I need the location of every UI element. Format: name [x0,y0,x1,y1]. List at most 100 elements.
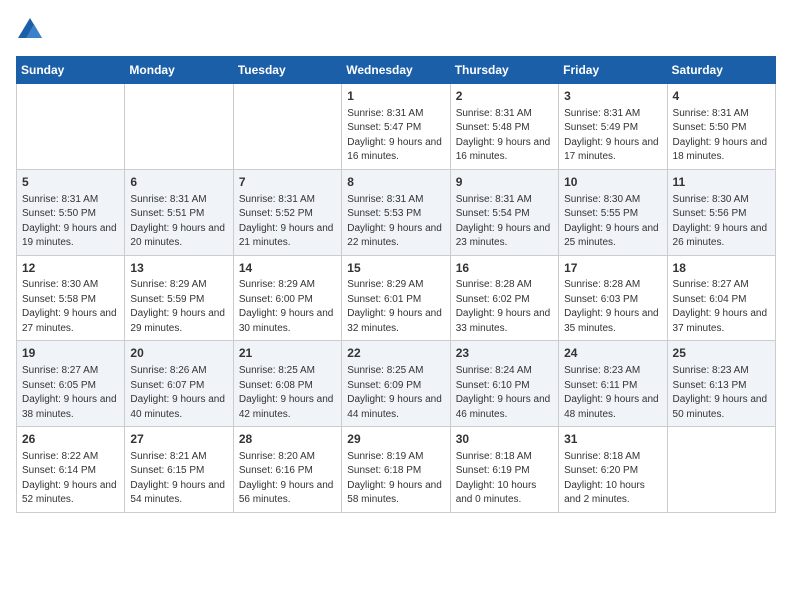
calendar-cell: 21Sunrise: 8:25 AMSunset: 6:08 PMDayligh… [233,341,341,427]
cell-content: Sunrise: 8:31 AMSunset: 5:49 PMDaylight:… [564,107,661,165]
cell-content: Sunrise: 8:25 AMSunset: 6:09 PMDaylight:… [347,364,444,422]
calendar-cell: 12Sunrise: 8:30 AMSunset: 5:58 PMDayligh… [17,255,125,341]
calendar-cell: 13Sunrise: 8:29 AMSunset: 5:59 PMDayligh… [125,255,233,341]
day-number: 11 [673,174,770,191]
cell-content: Sunrise: 8:18 AMSunset: 6:19 PMDaylight:… [456,450,553,508]
cell-content: Sunrise: 8:22 AMSunset: 6:14 PMDaylight:… [22,450,119,508]
calendar-cell: 7 Sunrise: 8:31 AMSunset: 5:52 PMDaylight… [233,169,341,255]
calendar-cell: 25 Sunrise: 8:23 AMSunset: 6:13 PMDayligh… [667,341,775,427]
cell-content: Sunrise: 8:31 AMSunset: 5:51 PMDaylight:… [130,193,227,251]
calendar-cell: 22 Sunrise: 8:25 AMSunset: 6:09 PMDayligh… [342,341,450,427]
calendar-cell: 5 Sunrise: 8:31 AMSunset: 5:50 PMDaylight… [17,169,125,255]
cell-content: Sunrise: 8:31 AMSunset: 5:47 PMDaylight:… [347,107,444,165]
calendar-cell: 24 Sunrise: 8:23 AMSunset: 6:11 PMDayligh… [559,341,667,427]
calendar-cell: 18Sunrise: 8:27 AMSunset: 6:04 PMDayligh… [667,255,775,341]
calendar-cell: 17Sunrise: 8:28 AMSunset: 6:03 PMDayligh… [559,255,667,341]
day-number: 24 [564,345,661,362]
day-number: 6 [130,174,227,191]
calendar-cell: 4 Sunrise: 8:31 AMSunset: 5:50 PMDaylight… [667,84,775,170]
calendar-cell: 9 Sunrise: 8:31 AMSunset: 5:54 PMDaylight… [450,169,558,255]
cell-content: Sunrise: 8:29 AMSunset: 6:00 PMDaylight:… [239,278,336,336]
day-number: 22 [347,345,444,362]
calendar-cell [17,84,125,170]
calendar-cell: 3 Sunrise: 8:31 AMSunset: 5:49 PMDaylight… [559,84,667,170]
day-number: 19 [22,345,119,362]
day-number: 31 [564,431,661,448]
logo [16,16,48,44]
day-number: 20 [130,345,227,362]
calendar-cell [667,427,775,513]
cell-content: Sunrise: 8:31 AMSunset: 5:52 PMDaylight:… [239,193,336,251]
day-number: 9 [456,174,553,191]
calendar-cell: 28 Sunrise: 8:20 AMSunset: 6:16 PMDayligh… [233,427,341,513]
day-number: 12 [22,260,119,277]
calendar-cell: 20 Sunrise: 8:26 AMSunset: 6:07 PMDayligh… [125,341,233,427]
calendar-week-row: 5 Sunrise: 8:31 AMSunset: 5:50 PMDaylight… [17,169,776,255]
cell-content: Sunrise: 8:31 AMSunset: 5:54 PMDaylight:… [456,193,553,251]
calendar-cell: 2Sunrise: 8:31 AMSunset: 5:48 PMDaylight… [450,84,558,170]
calendar-week-row: 19 Sunrise: 8:27 AMSunset: 6:05 PMDayligh… [17,341,776,427]
calendar-cell: 23Sunrise: 8:24 AMSunset: 6:10 PMDayligh… [450,341,558,427]
logo-icon [16,16,44,44]
calendar-cell: 14Sunrise: 8:29 AMSunset: 6:00 PMDayligh… [233,255,341,341]
calendar-cell: 8 Sunrise: 8:31 AMSunset: 5:53 PMDaylight… [342,169,450,255]
cell-content: Sunrise: 8:23 AMSunset: 6:13 PMDaylight:… [673,364,770,422]
day-number: 4 [673,88,770,105]
cell-content: Sunrise: 8:26 AMSunset: 6:07 PMDaylight:… [130,364,227,422]
calendar-week-row: 12Sunrise: 8:30 AMSunset: 5:58 PMDayligh… [17,255,776,341]
cell-content: Sunrise: 8:29 AMSunset: 5:59 PMDaylight:… [130,278,227,336]
cell-content: Sunrise: 8:20 AMSunset: 6:16 PMDaylight:… [239,450,336,508]
day-number: 28 [239,431,336,448]
day-header: Tuesday [233,57,341,84]
calendar-cell: 10Sunrise: 8:30 AMSunset: 5:55 PMDayligh… [559,169,667,255]
cell-content: Sunrise: 8:30 AMSunset: 5:56 PMDaylight:… [673,193,770,251]
cell-content: Sunrise: 8:30 AMSunset: 5:55 PMDaylight:… [564,193,661,251]
calendar-cell: 6 Sunrise: 8:31 AMSunset: 5:51 PMDaylight… [125,169,233,255]
cell-content: Sunrise: 8:30 AMSunset: 5:58 PMDaylight:… [22,278,119,336]
cell-content: Sunrise: 8:27 AMSunset: 6:05 PMDaylight:… [22,364,119,422]
calendar-cell: 15Sunrise: 8:29 AMSunset: 6:01 PMDayligh… [342,255,450,341]
calendar-cell [233,84,341,170]
day-number: 30 [456,431,553,448]
cell-content: Sunrise: 8:31 AMSunset: 5:50 PMDaylight:… [673,107,770,165]
calendar-cell: 16Sunrise: 8:28 AMSunset: 6:02 PMDayligh… [450,255,558,341]
day-number: 27 [130,431,227,448]
cell-content: Sunrise: 8:28 AMSunset: 6:03 PMDaylight:… [564,278,661,336]
calendar-cell [125,84,233,170]
cell-content: Sunrise: 8:27 AMSunset: 6:04 PMDaylight:… [673,278,770,336]
calendar-week-row: 26Sunrise: 8:22 AMSunset: 6:14 PMDayligh… [17,427,776,513]
day-number: 8 [347,174,444,191]
calendar-cell: 27Sunrise: 8:21 AMSunset: 6:15 PMDayligh… [125,427,233,513]
day-header: Sunday [17,57,125,84]
day-header: Friday [559,57,667,84]
day-number: 15 [347,260,444,277]
cell-content: Sunrise: 8:18 AMSunset: 6:20 PMDaylight:… [564,450,661,508]
day-number: 25 [673,345,770,362]
calendar-table: SundayMondayTuesdayWednesdayThursdayFrid… [16,56,776,513]
day-header: Monday [125,57,233,84]
cell-content: Sunrise: 8:29 AMSunset: 6:01 PMDaylight:… [347,278,444,336]
day-number: 18 [673,260,770,277]
day-header: Saturday [667,57,775,84]
day-number: 17 [564,260,661,277]
day-number: 5 [22,174,119,191]
cell-content: Sunrise: 8:19 AMSunset: 6:18 PMDaylight:… [347,450,444,508]
cell-content: Sunrise: 8:31 AMSunset: 5:53 PMDaylight:… [347,193,444,251]
day-number: 21 [239,345,336,362]
day-number: 29 [347,431,444,448]
cell-content: Sunrise: 8:23 AMSunset: 6:11 PMDaylight:… [564,364,661,422]
day-number: 3 [564,88,661,105]
calendar-cell: 26Sunrise: 8:22 AMSunset: 6:14 PMDayligh… [17,427,125,513]
day-number: 2 [456,88,553,105]
cell-content: Sunrise: 8:28 AMSunset: 6:02 PMDaylight:… [456,278,553,336]
day-number: 1 [347,88,444,105]
calendar-week-row: 1 Sunrise: 8:31 AMSunset: 5:47 PMDaylight… [17,84,776,170]
calendar-cell: 11 Sunrise: 8:30 AMSunset: 5:56 PMDayligh… [667,169,775,255]
calendar-header-row: SundayMondayTuesdayWednesdayThursdayFrid… [17,57,776,84]
day-number: 13 [130,260,227,277]
cell-content: Sunrise: 8:31 AMSunset: 5:50 PMDaylight:… [22,193,119,251]
day-number: 14 [239,260,336,277]
day-number: 7 [239,174,336,191]
cell-content: Sunrise: 8:24 AMSunset: 6:10 PMDaylight:… [456,364,553,422]
calendar-cell: 1 Sunrise: 8:31 AMSunset: 5:47 PMDaylight… [342,84,450,170]
